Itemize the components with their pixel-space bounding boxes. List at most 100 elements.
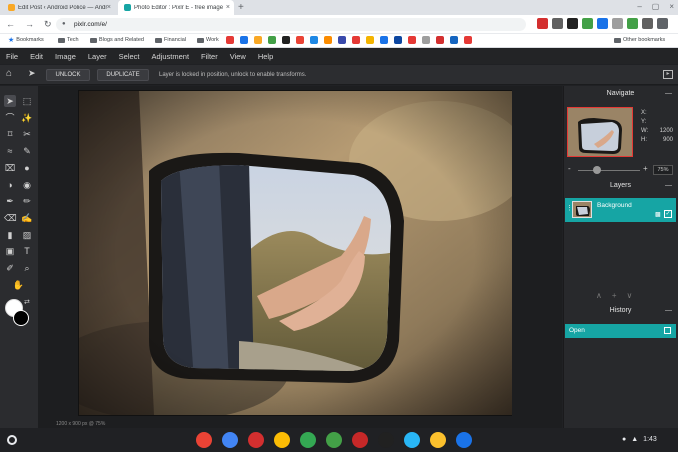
- photo-canvas[interactable]: [79, 91, 512, 415]
- history-panel-header[interactable]: History —: [563, 304, 678, 318]
- menu-view[interactable]: View: [224, 49, 252, 64]
- bookmark-site-icon[interactable]: [324, 36, 332, 44]
- bookmark-site-icon[interactable]: [436, 36, 444, 44]
- fill-tool-icon[interactable]: ▮: [4, 229, 16, 241]
- minimize-icon[interactable]: –: [637, 2, 641, 11]
- move-layer-up-icon[interactable]: ∧: [596, 291, 602, 300]
- extension-icon[interactable]: [597, 18, 608, 29]
- extension-icon[interactable]: [537, 18, 548, 29]
- bookmark-site-icon[interactable]: [240, 36, 248, 44]
- add-layer-icon[interactable]: +: [612, 291, 617, 300]
- zoom-slider-handle[interactable]: [592, 166, 601, 174]
- move-layer-down-icon[interactable]: ∨: [627, 291, 633, 300]
- drop-tool-icon[interactable]: ●: [21, 162, 33, 174]
- zoom-slider[interactable]: [578, 170, 640, 171]
- panel-toggle-icon[interactable]: ▸: [663, 70, 673, 79]
- lasso-tool-icon[interactable]: ⌒: [4, 112, 16, 124]
- bookmark-site-icon[interactable]: [408, 36, 416, 44]
- clone-tool-icon[interactable]: ⌧: [4, 162, 16, 174]
- maximize-icon[interactable]: ▢: [652, 2, 660, 11]
- collapse-navigate-icon[interactable]: —: [665, 87, 672, 101]
- home-icon[interactable]: ⌂: [6, 68, 12, 79]
- shelf-app-icon[interactable]: [196, 432, 212, 448]
- extension-icon[interactable]: [627, 18, 638, 29]
- bookmark-site-icon[interactable]: [422, 36, 430, 44]
- new-tab-button[interactable]: +: [238, 0, 244, 15]
- bookmark-folder-work[interactable]: Work: [197, 35, 219, 46]
- bookmark-site-icon[interactable]: [282, 36, 290, 44]
- bookmark-site-icon[interactable]: [380, 36, 388, 44]
- extension-icon[interactable]: [567, 18, 578, 29]
- menu-adjustment[interactable]: Adjustment: [146, 49, 196, 64]
- menu-filter[interactable]: Filter: [195, 49, 224, 64]
- close-tab-icon[interactable]: ×: [226, 4, 230, 11]
- menu-select[interactable]: Select: [113, 49, 146, 64]
- collapse-history-icon[interactable]: —: [665, 304, 672, 318]
- bookmark-site-icon[interactable]: [310, 36, 318, 44]
- shelf-app-icon[interactable]: [352, 432, 368, 448]
- extension-icon[interactable]: [552, 18, 563, 29]
- navigate-panel-header[interactable]: Navigate —: [563, 87, 678, 101]
- bookmark-site-icon[interactable]: [296, 36, 304, 44]
- crop-tool-icon[interactable]: ⌑: [4, 128, 16, 140]
- close-window-icon[interactable]: ×: [669, 2, 674, 11]
- text-tool-icon[interactable]: T: [21, 245, 33, 257]
- shelf-app-icon[interactable]: [222, 432, 238, 448]
- history-snapshot-icon[interactable]: [664, 327, 671, 334]
- bookmark-site-icon[interactable]: [450, 36, 458, 44]
- back-icon[interactable]: ←: [6, 16, 15, 33]
- extension-icon[interactable]: [612, 18, 623, 29]
- gradient-tool-icon[interactable]: ▨: [21, 229, 33, 241]
- navigator-thumbnail[interactable]: [567, 107, 633, 157]
- bookmark-site-icon[interactable]: [338, 36, 346, 44]
- background-color-swatch[interactable]: [13, 310, 29, 326]
- extension-icon[interactable]: [657, 18, 668, 29]
- eyedropper-tool-icon[interactable]: ✐: [4, 262, 16, 274]
- heal-tool-icon[interactable]: ✎: [21, 145, 33, 157]
- layers-panel-header[interactable]: Layers —: [563, 179, 678, 193]
- arrange-tool-icon[interactable]: ➤: [4, 95, 16, 107]
- bookmark-site-icon[interactable]: [226, 36, 234, 44]
- layer-visibility-checkbox[interactable]: ✓: [664, 210, 672, 218]
- shelf-app-icon[interactable]: [456, 432, 472, 448]
- other-bookmarks[interactable]: Other bookmarks: [614, 35, 665, 46]
- liquify-tool-icon[interactable]: ≈: [4, 145, 16, 157]
- swap-colors-icon[interactable]: ⇄: [24, 298, 30, 306]
- extension-icon[interactable]: [582, 18, 593, 29]
- menu-file[interactable]: File: [0, 49, 24, 64]
- bookmark-folder-blogs[interactable]: Blogs and Related: [90, 35, 144, 46]
- menu-help[interactable]: Help: [252, 49, 279, 64]
- bookmark-site-icon[interactable]: [268, 36, 276, 44]
- extension-icon[interactable]: [642, 18, 653, 29]
- sponge-tool-icon[interactable]: ◉: [21, 179, 33, 191]
- menu-layer[interactable]: Layer: [82, 49, 113, 64]
- address-bar[interactable]: ● pixlr.com/e/: [56, 18, 526, 31]
- eraser-tool-icon[interactable]: ⌫: [4, 212, 17, 224]
- cut-tool-icon[interactable]: ✂: [21, 128, 33, 140]
- bookmark-site-icon[interactable]: [464, 36, 472, 44]
- shelf-app-icon[interactable]: [430, 432, 446, 448]
- pen-tool-icon[interactable]: ✒: [4, 195, 16, 207]
- forward-icon[interactable]: →: [25, 16, 34, 33]
- shelf-app-icon[interactable]: [378, 432, 394, 448]
- shelf-app-icon[interactable]: [404, 432, 420, 448]
- shelf-app-icon[interactable]: [300, 432, 316, 448]
- zoom-out-icon[interactable]: -: [568, 164, 571, 173]
- bookmark-site-icon[interactable]: [254, 36, 262, 44]
- system-tray[interactable]: ● ▲ 1:43: [622, 434, 657, 446]
- layer-lock-icon[interactable]: ▩: [655, 211, 661, 218]
- shelf-app-icon[interactable]: [274, 432, 290, 448]
- shelf-app-icon[interactable]: [326, 432, 342, 448]
- menu-edit[interactable]: Edit: [24, 49, 49, 64]
- brush-tool-icon[interactable]: ✏: [21, 195, 33, 207]
- hand-tool-icon[interactable]: ✋: [13, 279, 25, 291]
- browser-tab-pixlr[interactable]: Photo Editor : Pixlr E - free image ×: [118, 0, 234, 15]
- wand-tool-icon[interactable]: ✨: [21, 112, 33, 124]
- duplicate-button[interactable]: DUPLICATE: [97, 69, 149, 81]
- reload-icon[interactable]: ↻: [44, 16, 52, 33]
- bookmark-site-icon[interactable]: [366, 36, 374, 44]
- bookmark-folder-tech[interactable]: Tech: [58, 35, 79, 46]
- zoom-tool-icon[interactable]: ⌕: [21, 262, 33, 274]
- color-replace-tool-icon[interactable]: ✍: [21, 212, 33, 224]
- menu-image[interactable]: Image: [49, 49, 82, 64]
